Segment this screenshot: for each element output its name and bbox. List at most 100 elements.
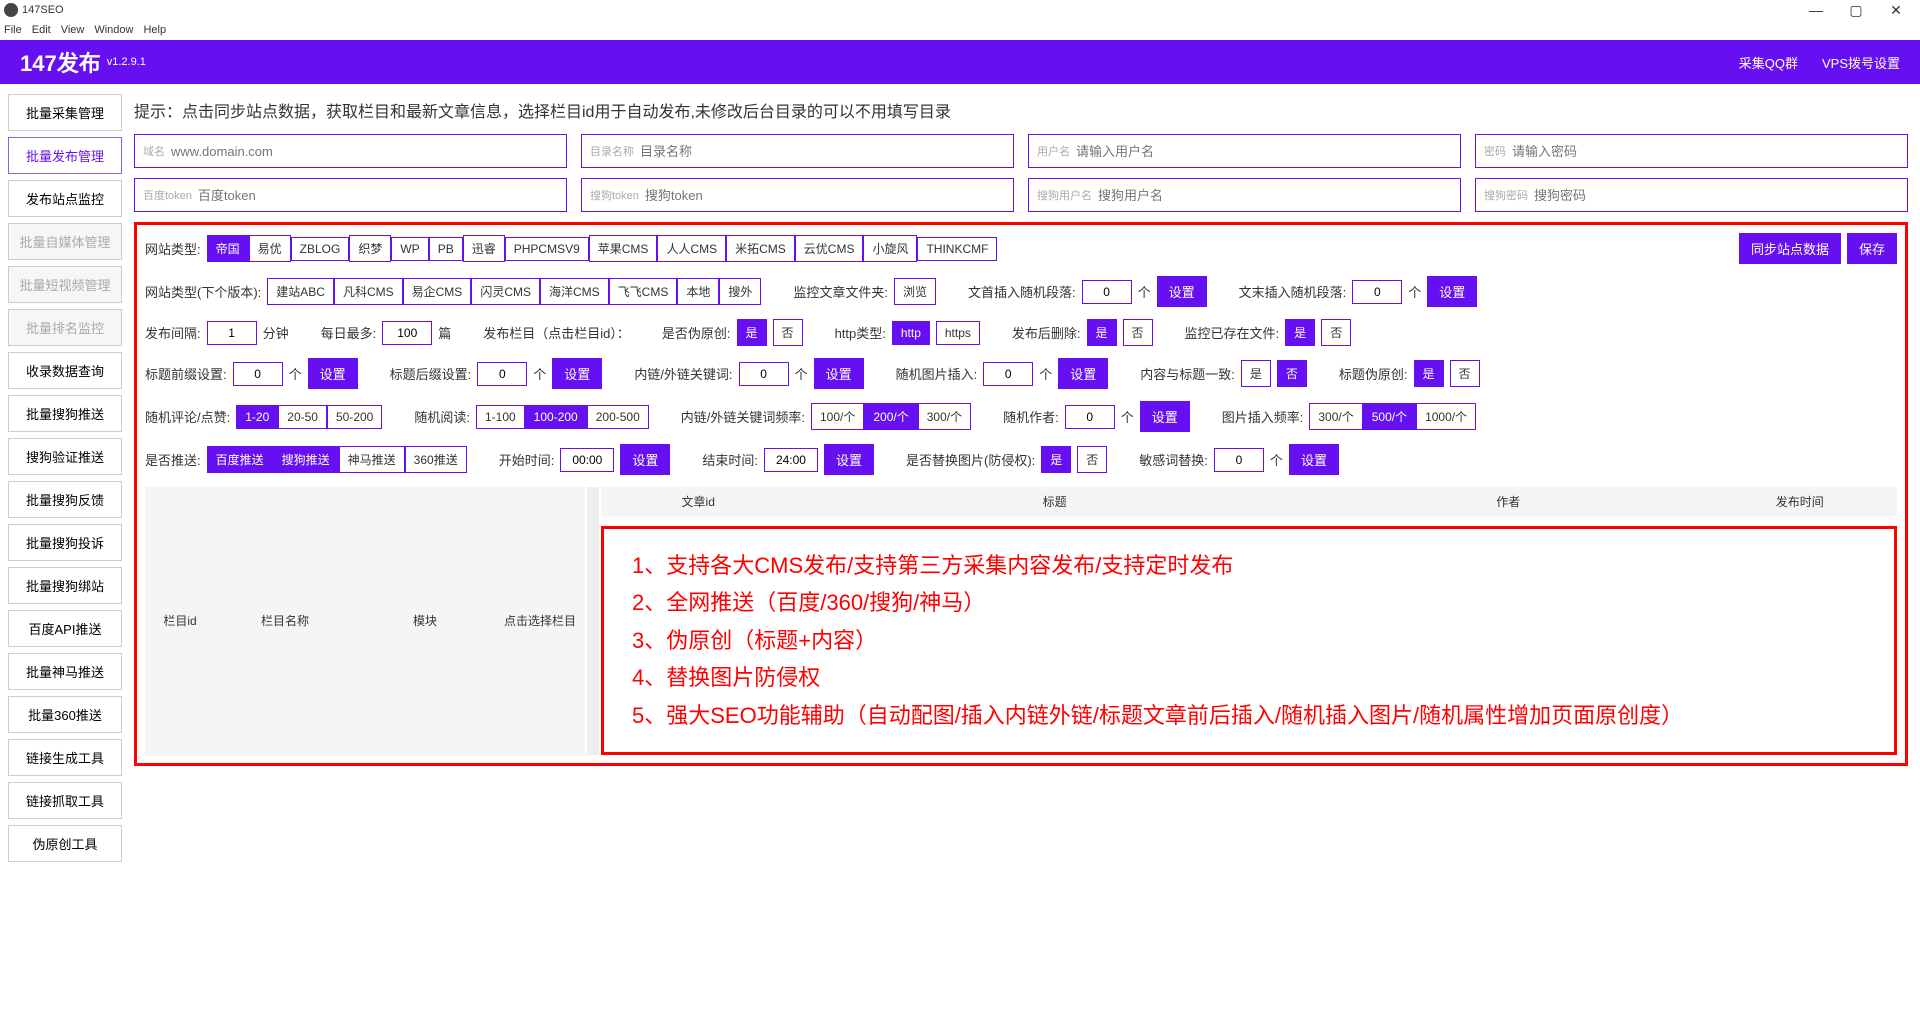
option-button[interactable]: 360推送 xyxy=(405,446,467,473)
sidebar-item[interactable]: 批量神马推送 xyxy=(8,653,122,690)
prefix-set-button[interactable]: 设置 xyxy=(308,358,358,389)
suffix-set-button[interactable]: 设置 xyxy=(552,358,602,389)
delete-yes[interactable]: 是 xyxy=(1087,319,1117,346)
text-input[interactable] xyxy=(640,144,1005,159)
pseudo-yes[interactable]: 是 xyxy=(737,319,767,346)
pseudo-no[interactable]: 否 xyxy=(773,319,803,346)
text-input[interactable] xyxy=(1512,144,1899,159)
minimize-button[interactable]: — xyxy=(1796,2,1836,18)
menu-view[interactable]: View xyxy=(61,24,85,36)
option-button[interactable]: 300/个 xyxy=(1309,403,1362,430)
link-kw-set-button[interactable]: 设置 xyxy=(814,358,864,389)
sidebar-item[interactable]: 批量搜狗反馈 xyxy=(8,481,122,518)
daily-input[interactable] xyxy=(382,321,432,345)
text-input[interactable] xyxy=(198,188,558,203)
menu-help[interactable]: Help xyxy=(143,24,166,36)
header-link-qq[interactable]: 采集QQ群 xyxy=(1739,53,1798,72)
start-time-input[interactable] xyxy=(560,448,614,472)
option-button[interactable]: 20-50 xyxy=(278,405,327,429)
option-button[interactable]: 神马推送 xyxy=(339,446,405,473)
option-button[interactable]: 100/个 xyxy=(811,403,864,430)
option-button[interactable]: 200-500 xyxy=(587,405,649,429)
text-input[interactable] xyxy=(1076,144,1452,159)
scrollbar-icon[interactable] xyxy=(587,487,599,755)
option-button[interactable]: 1-100 xyxy=(476,405,525,429)
text-input[interactable] xyxy=(171,144,558,159)
sidebar-item[interactable]: 链接生成工具 xyxy=(8,739,122,776)
start-set-button[interactable]: 设置 xyxy=(620,444,670,475)
option-button[interactable]: 迅睿 xyxy=(463,235,505,262)
option-button[interactable]: 海洋CMS xyxy=(540,278,609,305)
close-button[interactable]: ✕ xyxy=(1876,2,1916,19)
option-button[interactable]: 搜外 xyxy=(719,278,761,305)
img-insert-set-button[interactable]: 设置 xyxy=(1058,358,1108,389)
text-input[interactable] xyxy=(1098,188,1452,203)
interval-input[interactable] xyxy=(207,321,257,345)
option-button[interactable]: ZBLOG xyxy=(291,237,350,261)
front-insert-input[interactable] xyxy=(1082,280,1132,304)
option-button[interactable]: 米拓CMS xyxy=(726,235,795,262)
sidebar-item[interactable]: 批量发布管理 xyxy=(8,137,122,174)
option-button[interactable]: 飞飞CMS xyxy=(609,278,678,305)
column-header[interactable]: 标题 xyxy=(795,487,1313,516)
column-header[interactable]: 栏目id xyxy=(145,487,215,755)
column-header[interactable]: 文章id xyxy=(601,487,795,516)
option-button[interactable]: 200/个 xyxy=(864,403,917,430)
match-yes[interactable]: 是 xyxy=(1241,360,1271,387)
sidebar-item[interactable]: 批量搜狗绑站 xyxy=(8,567,122,604)
sidebar-item[interactable]: 百度API推送 xyxy=(8,610,122,647)
column-header[interactable]: 发布时间 xyxy=(1703,487,1897,516)
option-button[interactable]: 织梦 xyxy=(349,235,391,262)
replace-yes[interactable]: 是 xyxy=(1041,446,1071,473)
option-button[interactable]: 苹果CMS xyxy=(589,235,658,262)
option-button[interactable]: 100-200 xyxy=(525,405,587,429)
titlepseudo-yes[interactable]: 是 xyxy=(1414,360,1444,387)
text-input[interactable] xyxy=(645,188,1005,203)
option-button[interactable]: 云优CMS xyxy=(795,235,864,262)
monexist-no[interactable]: 否 xyxy=(1321,319,1351,346)
text-input[interactable] xyxy=(1534,188,1899,203)
option-button[interactable]: 人人CMS xyxy=(657,235,726,262)
replace-no[interactable]: 否 xyxy=(1077,446,1107,473)
option-button[interactable]: 1000/个 xyxy=(1416,403,1476,430)
header-link-vps[interactable]: VPS拨号设置 xyxy=(1822,53,1900,72)
end-set-button[interactable]: 设置 xyxy=(1427,276,1477,307)
option-button[interactable]: 小旋风 xyxy=(863,235,917,262)
https-option[interactable]: https xyxy=(936,321,980,345)
browse-button[interactable]: 浏览 xyxy=(894,278,936,305)
monexist-yes[interactable]: 是 xyxy=(1285,319,1315,346)
option-button[interactable]: 300/个 xyxy=(918,403,971,430)
menu-window[interactable]: Window xyxy=(94,24,133,36)
option-button[interactable]: 凡科CMS xyxy=(334,278,403,305)
option-button[interactable]: 1-20 xyxy=(236,405,278,429)
sidebar-item[interactable]: 收录数据查询 xyxy=(8,352,122,389)
sidebar-item[interactable]: 批量360推送 xyxy=(8,696,122,733)
sync-button[interactable]: 同步站点数据 xyxy=(1739,233,1841,264)
author-set-button[interactable]: 设置 xyxy=(1140,401,1190,432)
sidebar-item[interactable]: 批量搜狗投诉 xyxy=(8,524,122,561)
front-set-button[interactable]: 设置 xyxy=(1157,276,1207,307)
menu-file[interactable]: File xyxy=(4,24,22,36)
option-button[interactable]: 易企CMS xyxy=(403,278,472,305)
end-insert-input[interactable] xyxy=(1352,280,1402,304)
sidebar-item[interactable]: 批量采集管理 xyxy=(8,94,122,131)
option-button[interactable]: 百度推送 xyxy=(207,446,273,473)
option-button[interactable]: PB xyxy=(429,237,463,261)
save-button[interactable]: 保存 xyxy=(1847,233,1897,264)
end-set-button[interactable]: 设置 xyxy=(824,444,874,475)
sensitive-input[interactable] xyxy=(1214,448,1264,472)
column-header[interactable]: 模块 xyxy=(355,487,495,755)
option-button[interactable]: 帝国 xyxy=(207,235,249,262)
sensitive-set-button[interactable]: 设置 xyxy=(1289,444,1339,475)
option-button[interactable]: 50-200 xyxy=(327,405,382,429)
sidebar-item[interactable]: 搜狗验证推送 xyxy=(8,438,122,475)
match-no[interactable]: 否 xyxy=(1277,360,1307,387)
option-button[interactable]: WP xyxy=(391,237,428,261)
option-button[interactable]: THINKCMF xyxy=(917,237,997,261)
sidebar-item[interactable]: 发布站点监控 xyxy=(8,180,122,217)
suffix-input[interactable] xyxy=(477,362,527,386)
option-button[interactable]: 500/个 xyxy=(1363,403,1416,430)
option-button[interactable]: PHPCMSV9 xyxy=(505,237,589,261)
option-button[interactable]: 本地 xyxy=(677,278,719,305)
prefix-input[interactable] xyxy=(233,362,283,386)
